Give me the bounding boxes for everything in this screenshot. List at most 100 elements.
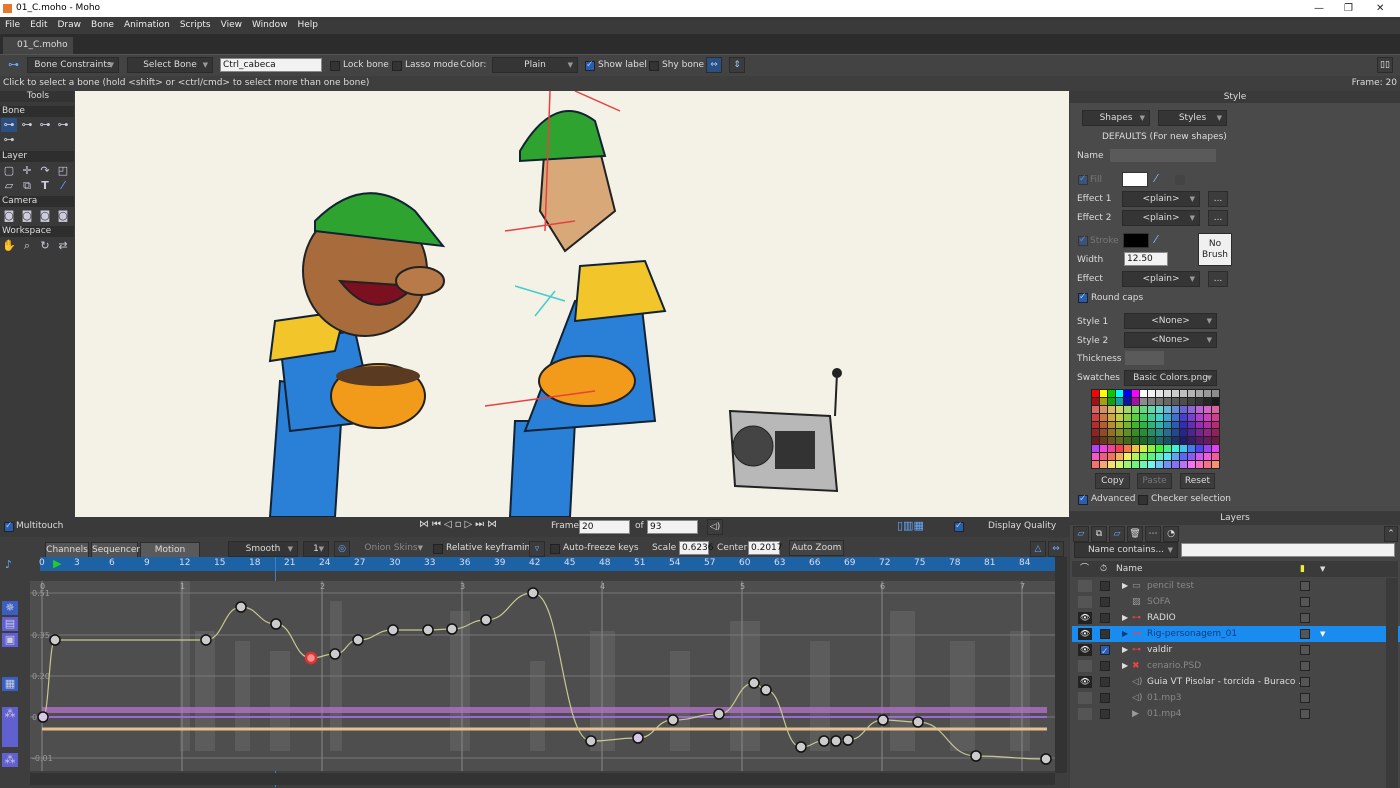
menu-scripts[interactable]: Scripts bbox=[180, 20, 211, 30]
stroke-color-swatch[interactable] bbox=[1123, 233, 1149, 248]
color-swatch[interactable] bbox=[1196, 397, 1203, 405]
color-swatch[interactable] bbox=[1156, 429, 1163, 437]
color-swatch[interactable] bbox=[1124, 397, 1131, 405]
keyframe-point[interactable] bbox=[480, 614, 492, 626]
keyframe-point[interactable] bbox=[49, 634, 61, 646]
color-swatch[interactable] bbox=[1172, 390, 1179, 397]
sequencer-icon[interactable]: ♪ bbox=[5, 558, 12, 571]
color-swatch[interactable] bbox=[1156, 437, 1163, 445]
color-swatch[interactable] bbox=[1100, 390, 1107, 397]
layer-color-box[interactable] bbox=[1300, 597, 1310, 607]
camera-pan-tilt-icon[interactable]: ◙ bbox=[55, 209, 71, 223]
fill-color-swatch[interactable] bbox=[1122, 172, 1148, 187]
color-swatch[interactable] bbox=[1148, 445, 1155, 453]
rotate-workspace-icon[interactable]: ↻ bbox=[37, 239, 53, 253]
color-swatch[interactable] bbox=[1180, 390, 1187, 397]
expand-arrow-icon[interactable]: ▶ bbox=[1122, 578, 1128, 594]
color-swatch[interactable] bbox=[1140, 397, 1147, 405]
color-dropdown[interactable]: Plain bbox=[492, 57, 578, 73]
thickness-input[interactable] bbox=[1125, 351, 1164, 365]
color-swatch[interactable] bbox=[1124, 445, 1131, 453]
color-swatch[interactable] bbox=[1148, 437, 1155, 445]
layer-color-box[interactable] bbox=[1300, 629, 1310, 639]
color-swatch[interactable] bbox=[1172, 405, 1179, 413]
color-swatch[interactable] bbox=[1132, 453, 1139, 461]
menu-window[interactable]: Window bbox=[252, 20, 288, 30]
color-swatch[interactable] bbox=[1092, 453, 1099, 461]
color-swatch[interactable] bbox=[1100, 437, 1107, 445]
color-swatch[interactable] bbox=[1212, 413, 1219, 421]
keyframe-point[interactable] bbox=[37, 711, 49, 723]
set-origin-tool-icon[interactable]: ▢ bbox=[1, 164, 17, 178]
color-swatch[interactable] bbox=[1116, 429, 1123, 437]
layer-color-box[interactable] bbox=[1300, 709, 1310, 719]
scale-input[interactable]: 0.6236 bbox=[679, 541, 714, 555]
color-swatch[interactable] bbox=[1124, 421, 1131, 429]
menu-draw[interactable]: Draw bbox=[58, 20, 82, 30]
scale-bone-tool-icon[interactable]: ⊶ bbox=[37, 118, 53, 132]
color-swatch[interactable] bbox=[1212, 445, 1219, 453]
layer-color-box[interactable] bbox=[1300, 581, 1310, 591]
color-swatch[interactable] bbox=[1156, 397, 1163, 405]
color-swatch[interactable] bbox=[1188, 390, 1195, 397]
color-swatch[interactable] bbox=[1180, 421, 1187, 429]
camera-roll-icon[interactable]: ◙ bbox=[37, 209, 53, 223]
advanced-checkbox[interactable] bbox=[1078, 494, 1088, 505]
lock-bone-checkbox[interactable] bbox=[330, 61, 340, 71]
color-swatch[interactable] bbox=[1172, 397, 1179, 405]
color-swatch[interactable] bbox=[1148, 397, 1155, 405]
reset-button[interactable]: Reset bbox=[1180, 473, 1215, 489]
color-swatch[interactable] bbox=[1108, 405, 1115, 413]
fill-checkbox[interactable] bbox=[1078, 174, 1088, 185]
layer-channel-icon[interactable]: ▦ bbox=[2, 677, 18, 691]
visibility-toggle-icon[interactable]: 👁 bbox=[1078, 676, 1092, 688]
display-quality-checkbox[interactable] bbox=[954, 521, 964, 532]
color-swatch[interactable] bbox=[1092, 461, 1099, 468]
color-swatch[interactable] bbox=[1108, 413, 1115, 421]
color-swatch[interactable] bbox=[1132, 421, 1139, 429]
keyframe-point[interactable] bbox=[760, 684, 772, 696]
color-swatch[interactable] bbox=[1092, 421, 1099, 429]
color-swatch[interactable] bbox=[1172, 421, 1179, 429]
color-swatch[interactable] bbox=[1196, 429, 1203, 437]
layer-select-checkbox[interactable] bbox=[1100, 661, 1110, 671]
round-caps-checkbox[interactable] bbox=[1078, 292, 1088, 303]
color-swatch[interactable] bbox=[1196, 421, 1203, 429]
color-swatch[interactable] bbox=[1108, 390, 1115, 397]
layer-select-checkbox[interactable] bbox=[1100, 709, 1110, 719]
interpolation-dropdown[interactable]: Smooth bbox=[228, 541, 298, 557]
keyframe-point[interactable] bbox=[748, 677, 760, 689]
layer-color-box[interactable] bbox=[1300, 613, 1310, 623]
color-swatch[interactable] bbox=[1116, 405, 1123, 413]
color-swatch[interactable] bbox=[1124, 437, 1131, 445]
color-swatch[interactable] bbox=[1116, 390, 1123, 397]
collapse-icon[interactable]: △ bbox=[1030, 541, 1046, 557]
stroke-checkbox[interactable] bbox=[1078, 235, 1088, 246]
duplicate-layer-icon[interactable]: ⧉ bbox=[1091, 526, 1107, 542]
orbit-workspace-icon[interactable]: ⇄ bbox=[55, 239, 71, 253]
copy-button[interactable]: Copy bbox=[1095, 473, 1130, 489]
color-swatch[interactable] bbox=[1196, 413, 1203, 421]
translate-bone-tool-icon[interactable]: ⊶ bbox=[19, 118, 35, 132]
shear-layer-tool-icon[interactable]: ▱ bbox=[1, 179, 17, 193]
audio-icon[interactable]: ◁) bbox=[707, 519, 723, 535]
color-swatch[interactable] bbox=[1180, 405, 1187, 413]
close-button[interactable]: ✕ bbox=[1376, 0, 1384, 17]
layer-row[interactable]: 👁 ▶ ⊶ Rig-personagem_01 ▼ bbox=[1072, 626, 1400, 642]
keyframe-point[interactable] bbox=[912, 716, 924, 728]
menu-file[interactable]: File bbox=[5, 20, 20, 30]
color-swatch[interactable] bbox=[1180, 429, 1187, 437]
color-swatch[interactable] bbox=[1116, 413, 1123, 421]
auto-zoom-button[interactable]: Auto Zoom bbox=[789, 540, 844, 556]
color-swatch[interactable] bbox=[1116, 453, 1123, 461]
interval-dropdown[interactable]: 1 bbox=[303, 541, 329, 557]
color-swatch[interactable] bbox=[1132, 437, 1139, 445]
play-start-marker-icon[interactable]: ▶ bbox=[53, 557, 61, 570]
column-menu-icon[interactable]: ▼ bbox=[1320, 561, 1325, 577]
tab-motion-graph[interactable]: Motion Graph bbox=[140, 542, 200, 569]
keyframe-point[interactable] bbox=[446, 623, 458, 635]
color-swatch[interactable] bbox=[1148, 429, 1155, 437]
more-options-icon[interactable]: ⋯ bbox=[1145, 526, 1161, 542]
color-swatch[interactable] bbox=[1132, 445, 1139, 453]
transport-controls[interactable]: ⋈⏮◁▫▷⏭⋈ bbox=[419, 519, 500, 530]
